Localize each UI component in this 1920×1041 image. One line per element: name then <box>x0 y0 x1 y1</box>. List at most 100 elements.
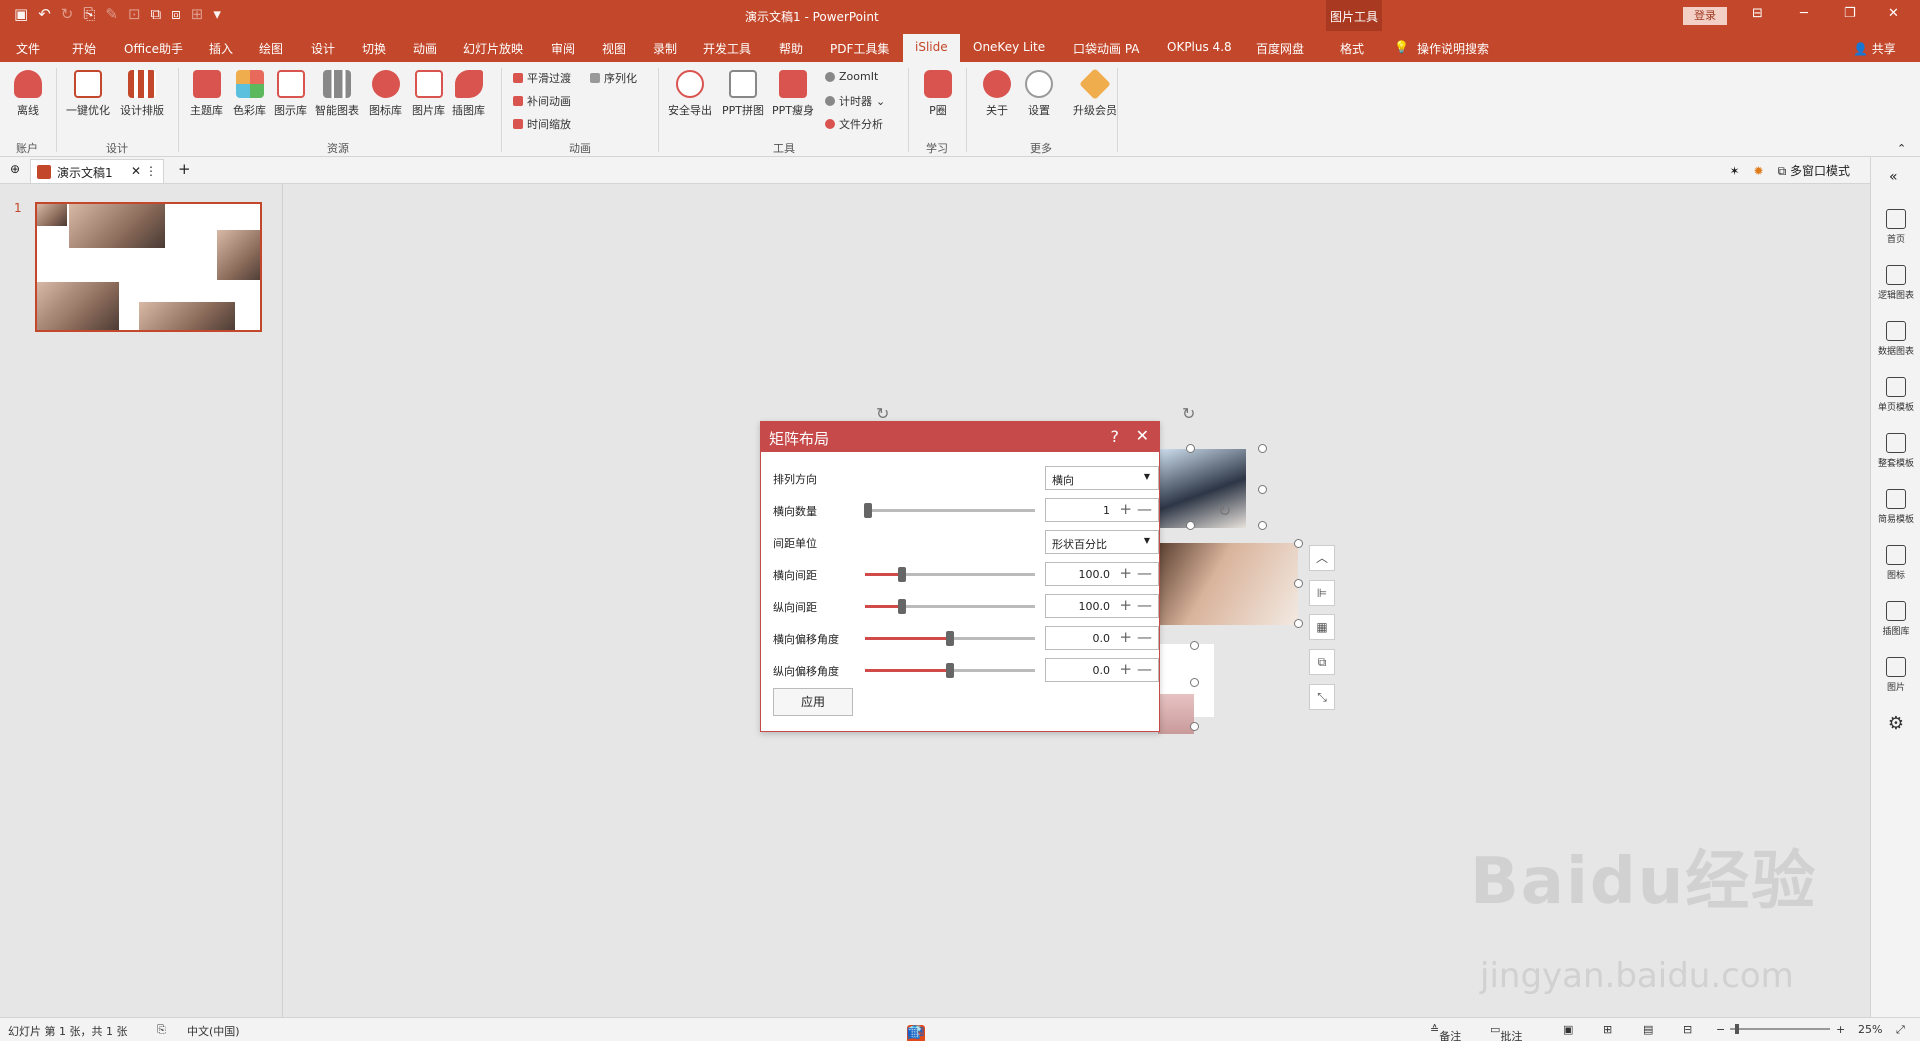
slider-knob[interactable] <box>946 663 954 678</box>
p-circle-button[interactable]: P圈 <box>924 70 952 118</box>
tab-okplus[interactable]: OKPlus 4.8 <box>1167 40 1232 54</box>
rotate-handle-icon[interactable]: ↻ <box>1218 501 1231 520</box>
rotate-handle-icon[interactable]: ↻ <box>1182 404 1195 423</box>
tab-baidu-netdisk[interactable]: 百度网盘 <box>1256 40 1304 57</box>
toolbox-icon[interactable]: ▦ <box>907 1025 918 1039</box>
timer-button[interactable]: 计时器 ⌄ <box>825 93 885 109</box>
collapse-tools-icon[interactable]: ︿ <box>1309 545 1335 571</box>
upgrade-member-button[interactable]: 升级会员 <box>1073 68 1117 118</box>
tab-slideshow[interactable]: 幻灯片放映 <box>463 40 523 57</box>
align-left-icon[interactable]: ⊫ <box>1309 580 1335 606</box>
resize-handle[interactable] <box>1190 641 1199 650</box>
smart-chart-button[interactable]: 智能图表 <box>315 70 359 118</box>
sidebar-item-illustrations[interactable]: 插图库 <box>1871 601 1920 637</box>
multi-window-button[interactable]: ⧉ 多窗口模式 <box>1778 162 1850 179</box>
minus-icon[interactable]: — <box>1137 564 1152 582</box>
offline-button[interactable]: 离线 <box>14 70 42 118</box>
restore-icon[interactable]: ❐ <box>1844 6 1856 21</box>
minus-icon[interactable]: — <box>1137 500 1152 518</box>
select-icon[interactable]: ⧈ <box>171 5 181 23</box>
tab-draw[interactable]: 绘图 <box>259 40 283 57</box>
tab-list-icon[interactable]: ⊕ <box>10 162 20 176</box>
horizontal-spacing-input[interactable]: 100.0 + — <box>1045 562 1159 586</box>
close-icon[interactable]: ✕ <box>1888 6 1899 21</box>
minus-icon[interactable]: — <box>1137 660 1152 678</box>
tween-animation-button[interactable]: 补间动画 <box>513 93 571 109</box>
help-icon[interactable]: ? <box>1111 427 1120 446</box>
slide-thumbnail[interactable] <box>35 202 262 332</box>
collapse-sidebar-icon[interactable]: « <box>1889 169 1898 185</box>
slider-knob[interactable] <box>898 599 907 614</box>
vertical-spacing-input[interactable]: 100.0 + — <box>1045 594 1159 618</box>
sidebar-item-pictures[interactable]: 图片 <box>1871 657 1920 693</box>
time-scale-button[interactable]: 时间缩放 <box>513 116 571 132</box>
theme-library-button[interactable]: 主题库 <box>190 70 223 118</box>
slider-knob[interactable] <box>864 503 873 518</box>
color-library-button[interactable]: 色彩库 <box>233 70 266 118</box>
tell-me-search[interactable]: 💡 操作说明搜索 <box>1394 40 1489 57</box>
tab-islide[interactable]: iSlide <box>903 34 960 62</box>
slideshow-icon[interactable]: ⊟ <box>1683 1023 1692 1036</box>
vertical-offset-angle-input[interactable]: 0.0 + — <box>1045 658 1159 682</box>
share-button[interactable]: 👤 共享 <box>1853 40 1896 57</box>
resize-handle[interactable] <box>1258 521 1267 530</box>
horizontal-spacing-slider[interactable] <box>865 567 1035 582</box>
vertical-spacing-slider[interactable] <box>865 599 1035 614</box>
diagram-library-button[interactable]: 图示库 <box>274 70 307 118</box>
design-layout-button[interactable]: 设计排版 <box>120 70 164 118</box>
slide-sorter-icon[interactable]: ⊞ <box>1603 1023 1612 1036</box>
tab-design[interactable]: 设计 <box>311 40 335 57</box>
photo-man[interactable] <box>1158 449 1246 528</box>
plus-icon[interactable]: + <box>1119 500 1132 518</box>
horizontal-offset-angle-input[interactable]: 0.0 + — <box>1045 626 1159 650</box>
tab-record[interactable]: 录制 <box>653 40 677 57</box>
tab-format[interactable]: 格式 <box>1340 40 1364 57</box>
horizontal-count-slider[interactable] <box>864 503 1035 518</box>
sidebar-settings-icon[interactable]: ⚙ <box>1871 713 1920 734</box>
sidebar-item-full-template[interactable]: 整套模板 <box>1871 433 1920 469</box>
tab-onekey-lite[interactable]: OneKey Lite <box>973 40 1045 54</box>
save-icon[interactable]: ▣ <box>14 5 28 23</box>
tab-pocket-animation[interactable]: 口袋动画 PA <box>1073 40 1140 57</box>
photo-fragment[interactable] <box>1158 694 1194 734</box>
tab-review[interactable]: 审阅 <box>551 40 575 57</box>
plus-icon[interactable]: + <box>1119 660 1132 678</box>
sidebar-item-logic-chart[interactable]: 逻辑图表 <box>1871 265 1920 301</box>
about-button[interactable]: 关于 <box>983 70 1011 118</box>
redo-icon[interactable]: ↻ <box>61 5 74 23</box>
minus-icon[interactable]: — <box>1137 596 1152 614</box>
format-painter-icon[interactable]: ⎘ <box>83 5 95 23</box>
resize-handle[interactable] <box>1258 485 1267 494</box>
reading-view-icon[interactable]: ▤ <box>1643 1023 1653 1036</box>
zoom-in-icon[interactable]: + <box>1836 1023 1845 1036</box>
resize-handle[interactable] <box>1186 444 1195 453</box>
brush-icon[interactable]: ✎ <box>105 5 118 23</box>
customize-qat-icon[interactable]: ▾ <box>213 5 221 23</box>
icon-library-button[interactable]: 图标库 <box>369 70 402 118</box>
minus-icon[interactable]: — <box>1137 628 1152 646</box>
crop-icon[interactable]: ⊡ <box>128 5 141 23</box>
new-tab-icon[interactable]: + <box>178 160 191 178</box>
normal-view-icon[interactable]: ▣ <box>1563 1023 1573 1036</box>
tab-animations[interactable]: 动画 <box>413 40 437 57</box>
group-icon[interactable]: ⧉ <box>151 5 162 23</box>
close-icon[interactable]: ✕ <box>1136 426 1149 445</box>
resize-handle[interactable] <box>1186 521 1195 530</box>
tab-insert[interactable]: 插入 <box>209 40 233 57</box>
tab-transitions[interactable]: 切换 <box>362 40 386 57</box>
tab-file[interactable]: 文件 <box>16 40 40 57</box>
minimize-icon[interactable]: ─ <box>1800 6 1808 21</box>
horizontal-offset-angle-slider[interactable] <box>865 631 1035 646</box>
align-icon[interactable]: ⊞ <box>191 5 204 23</box>
plus-icon[interactable]: + <box>1119 596 1132 614</box>
resize-handle[interactable] <box>1294 539 1303 548</box>
resize-handle[interactable] <box>1294 619 1303 628</box>
comments-button[interactable]: ▭ 批注 <box>1490 1023 1522 1041</box>
copy-shape-icon[interactable]: ⧉ <box>1309 649 1335 675</box>
picture-library-button[interactable]: 图片库 <box>412 70 445 118</box>
ppt-slim-button[interactable]: PPT瘦身 <box>772 70 814 118</box>
tab-home[interactable]: 开始 <box>72 40 96 57</box>
accessibility-icon[interactable]: ⎘ <box>157 1023 166 1037</box>
ppt-collage-button[interactable]: PPT拼图 <box>722 70 764 118</box>
sidebar-item-data-chart[interactable]: 数据图表 <box>1871 321 1920 357</box>
